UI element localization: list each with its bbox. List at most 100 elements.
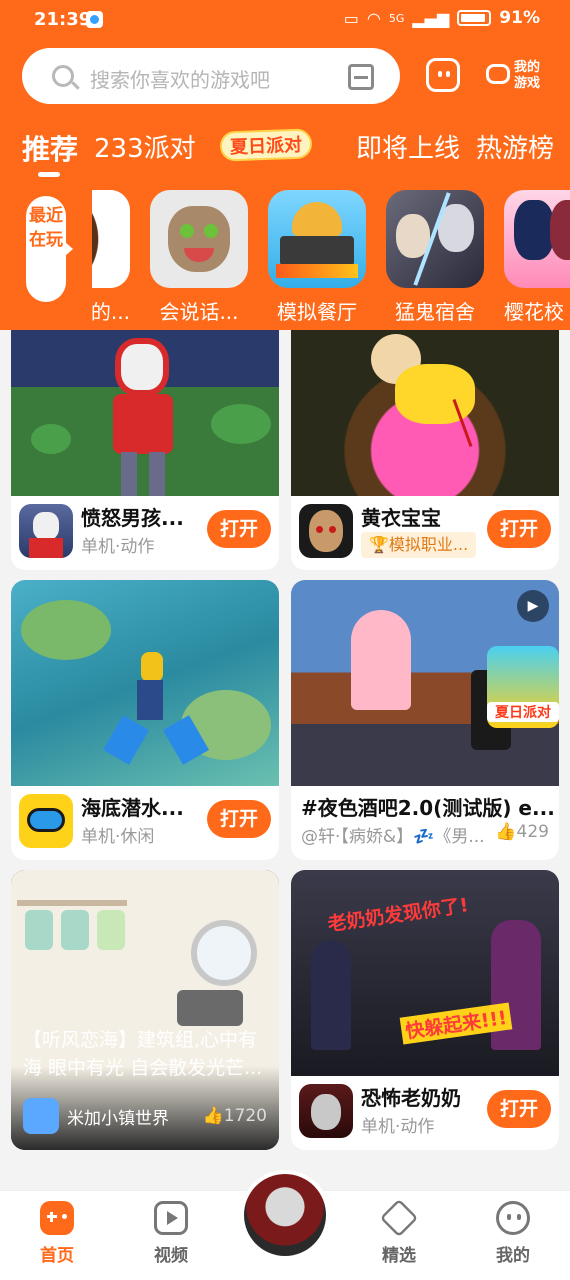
recent-game-label: 模拟餐厅	[277, 300, 357, 324]
like-count[interactable]: 👍1720	[203, 1106, 267, 1126]
game-card[interactable]: 黄衣宝宝 🏆模拟职业... 打开	[291, 330, 559, 570]
game-icon	[19, 794, 73, 848]
search-bar[interactable]: 搜索你喜欢的游戏吧	[22, 48, 400, 104]
profile-face-icon	[496, 1201, 530, 1235]
game-icon	[19, 504, 73, 558]
game-category: 单机·休闲	[81, 827, 155, 847]
recent-game-label: 会说话...	[159, 300, 239, 324]
nav-label: 视频	[154, 1246, 188, 1266]
open-button[interactable]: 打开	[487, 510, 551, 548]
network-type: 5G	[388, 11, 405, 25]
game-title: 海底潜水...	[81, 796, 184, 820]
my-games-label: 我的游戏	[514, 60, 541, 91]
message-icon[interactable]	[426, 58, 460, 92]
status-time: 21:39	[34, 9, 92, 30]
card-footer: 海底潜水... 单机·休闲 打开	[11, 786, 279, 860]
status-bar: 21:39 ▭ ◠ 5G ▂▄▆ 91%	[0, 0, 570, 40]
thumbs-up-icon: 👍	[495, 822, 517, 842]
game-category: 单机·动作	[361, 1117, 435, 1137]
recent-game-item[interactable]: 樱花校	[504, 190, 570, 325]
game-category: 单机·动作	[81, 537, 155, 557]
post-author: 米加小镇世界	[67, 1109, 169, 1129]
video-author: @轩·【病娇&】💤《男...	[301, 827, 485, 847]
game-card[interactable]: 海底潜水... 单机·休闲 打开	[11, 580, 279, 860]
tab-recommend[interactable]: 推荐	[22, 128, 78, 168]
post-card[interactable]: 【听风恋海】建筑组,心中有海 眼中有光 自会散发光芒... 米加小镇世界 👍17…	[11, 870, 279, 1150]
recent-game-item[interactable]: 的...	[92, 190, 136, 325]
card-footer: 黄衣宝宝 🏆模拟职业... 打开	[291, 496, 559, 570]
game-screenshot	[291, 330, 559, 496]
tab-hot-games[interactable]: 热游榜	[476, 128, 554, 165]
recent-game-label: 猛鬼宿舍	[395, 300, 475, 324]
video-card[interactable]: ▶ 夏日派对 #夜色酒吧2.0(测试版) e... @轩·【病娇&】💤《男...…	[291, 580, 559, 860]
open-button[interactable]: 打开	[487, 1090, 551, 1128]
scan-icon[interactable]	[348, 64, 374, 90]
game-title: 黄衣宝宝	[361, 506, 441, 530]
recent-game-item[interactable]: 会说话...	[150, 190, 254, 325]
rank-badge-label: 模拟职业...	[388, 535, 469, 554]
like-count[interactable]: 👍429	[495, 822, 549, 842]
game-feed[interactable]: 愤怒男孩... 单机·动作 打开 黄衣宝宝 🏆模拟职业... 打开 海底潜水..…	[0, 330, 570, 1160]
recent-games-row: 的... 会说话... 模拟餐厅 猛鬼宿舍 樱花校	[92, 190, 570, 330]
game-screenshot	[11, 330, 279, 496]
nav-featured[interactable]: 精选	[359, 1198, 439, 1266]
post-caption: 【听风恋海】建筑组,心中有海 眼中有光 自会散发光芒...	[23, 1029, 263, 1079]
avatar	[244, 1174, 326, 1256]
nav-home[interactable]: 首页	[17, 1201, 97, 1266]
nav-label: 首页	[40, 1246, 74, 1266]
cast-icon: ▭	[343, 8, 359, 28]
video-title: #夜色酒吧2.0(测试版) e...	[301, 796, 555, 820]
header: 21:39 ▭ ◠ 5G ▂▄▆ 91% 搜索你喜欢的游戏吧 我的游戏 推荐 2…	[0, 0, 570, 330]
recent-game-label: 樱花校	[504, 300, 564, 324]
video-icon	[154, 1201, 188, 1235]
category-tabs: 推荐 233派对 夏日派对 即将上线 热游榜	[0, 128, 570, 177]
signal-icon: ▂▄▆	[412, 8, 450, 28]
summer-party-overlay[interactable]: 夏日派对	[487, 646, 559, 728]
game-card[interactable]: 愤怒男孩... 单机·动作 打开	[11, 330, 279, 570]
tab-233-party[interactable]: 233派对	[94, 128, 196, 165]
game-icon	[268, 190, 366, 288]
rank-badge: 🏆模拟职业...	[361, 532, 477, 558]
notification-app-icon	[86, 11, 103, 28]
card-footer: #夜色酒吧2.0(测试版) e... @轩·【病娇&】💤《男... 👍429	[291, 786, 559, 860]
card-footer: 愤怒男孩... 单机·动作 打开	[11, 496, 279, 570]
thumbs-up-icon: 👍	[202, 1106, 224, 1126]
game-screenshot: 老奶奶发现你了! 快躲起来!!!	[291, 870, 559, 1076]
recent-game-item[interactable]: 猛鬼宿舍	[386, 190, 490, 325]
status-icons: ▭ ◠ 5G ▂▄▆ 91%	[344, 8, 540, 28]
search-icon	[52, 65, 74, 87]
battery-percent: 91%	[499, 8, 540, 28]
gamepad-icon	[486, 64, 510, 84]
game-icon	[299, 504, 353, 558]
game-icon	[504, 190, 570, 288]
recent-played-tag: 最近在玩	[26, 196, 73, 302]
video-thumbnail: ▶ 夏日派对	[291, 580, 559, 786]
center-avatar-button[interactable]	[240, 1170, 330, 1260]
game-card[interactable]: 老奶奶发现你了! 快躲起来!!! 恐怖老奶奶 单机·动作 打开	[291, 870, 559, 1150]
image-text-1: 老奶奶发现你了!	[326, 894, 470, 936]
trophy-icon: 🏆	[369, 535, 389, 554]
gamepad-home-icon	[40, 1201, 74, 1235]
tab-upcoming[interactable]: 即将上线	[356, 128, 460, 165]
battery-icon	[457, 10, 492, 26]
recent-game-item[interactable]: 模拟餐厅	[268, 190, 372, 325]
overlay-label: 夏日派对	[487, 702, 559, 722]
open-button[interactable]: 打开	[207, 800, 271, 838]
open-button[interactable]: 打开	[207, 510, 271, 548]
wifi-icon: ◠	[366, 8, 381, 28]
game-icon	[92, 190, 130, 288]
game-icon	[386, 190, 484, 288]
game-title: 恐怖老奶奶	[361, 1086, 461, 1110]
nav-mine[interactable]: 我的	[473, 1201, 553, 1266]
game-icon	[150, 190, 248, 288]
my-games-button[interactable]: 我的游戏	[486, 58, 550, 94]
nav-label: 精选	[382, 1246, 416, 1266]
tab-summer-party[interactable]: 夏日派对	[219, 128, 313, 162]
tab-active-indicator	[38, 172, 60, 177]
nav-video[interactable]: 视频	[131, 1201, 211, 1266]
recent-game-label: 的...	[92, 300, 130, 324]
game-icon	[299, 1084, 353, 1138]
game-title: 愤怒男孩...	[81, 506, 184, 530]
play-icon[interactable]: ▶	[517, 590, 549, 622]
nav-label: 我的	[496, 1246, 530, 1266]
